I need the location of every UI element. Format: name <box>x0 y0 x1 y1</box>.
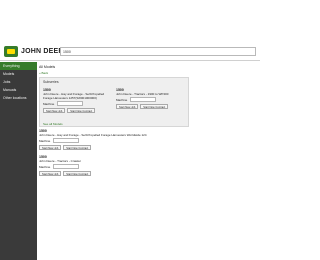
model-card: 1500 John Deere - Hay and Forage - Self-… <box>39 129 147 150</box>
machine-label: Machine <box>39 164 51 169</box>
sidebar-item-everything[interactable]: Everything <box>0 62 37 70</box>
model-card: 1500 John Deere - Tractors - Crawler Mac… <box>39 155 93 176</box>
panel-title: Subseries <box>43 80 59 84</box>
back-link[interactable]: « Back <box>39 71 48 75</box>
sidebar-item-manuals[interactable]: Manuals <box>0 86 37 94</box>
main-content: All Models « Back Subseries 1500 John De… <box>39 62 258 260</box>
brand-logo[interactable]: JOHN DEERE <box>4 46 69 57</box>
top-header: JOHN DEERE 1500 <box>0 43 260 61</box>
machine-field[interactable] <box>53 164 79 169</box>
machine-label: Machine <box>43 101 55 106</box>
start-new-job-button[interactable]: Start New Job <box>43 108 66 113</box>
start-new-contract-button[interactable]: Start New Contract <box>63 145 92 150</box>
sidebar-item-models[interactable]: Models <box>0 70 37 78</box>
see-all-models-link[interactable]: See all Models <box>43 122 63 126</box>
machine-label: Machine <box>39 138 51 143</box>
sidebar-item-jobs[interactable]: Jobs <box>0 78 37 86</box>
start-new-contract-button[interactable]: Start New Contract <box>140 104 169 109</box>
breadcrumb[interactable]: All Models <box>39 65 55 69</box>
machine-field[interactable] <box>53 138 79 143</box>
machine-field[interactable] <box>130 97 156 102</box>
model-description: John Deere - Tractors - 1900 to WP400 <box>116 92 169 96</box>
deer-logo-icon <box>4 46 18 57</box>
start-new-job-button[interactable]: Start New Job <box>39 171 62 176</box>
start-new-job-button[interactable]: Start New Job <box>39 145 62 150</box>
machine-label: Machine <box>116 97 128 102</box>
sidebar: Everything Models Jobs Manuals Other loc… <box>0 62 37 260</box>
machine-field[interactable] <box>57 101 83 106</box>
model-card: 1500 John Deere - Hay and Forage - Self-… <box>43 88 111 113</box>
model-description: John Deere - Hay and Forage - Self-Prope… <box>43 92 105 100</box>
search-input[interactable]: 1500 <box>60 47 256 56</box>
model-card: 1500 John Deere - Tractors - 1900 to WP4… <box>116 88 170 109</box>
subseries-panel: Subseries 1500 John Deere - Hay and Fora… <box>39 77 189 127</box>
start-new-job-button[interactable]: Start New Job <box>116 104 139 109</box>
model-description: John Deere - Hay and Forage - Self-Prope… <box>39 133 147 137</box>
model-description: John Deere - Tractors - Crawler <box>39 159 82 163</box>
start-new-contract-button[interactable]: Start New Contract <box>67 108 96 113</box>
sidebar-item-other-locations[interactable]: Other locations <box>0 94 37 102</box>
start-new-contract-button[interactable]: Start New Contract <box>63 171 92 176</box>
